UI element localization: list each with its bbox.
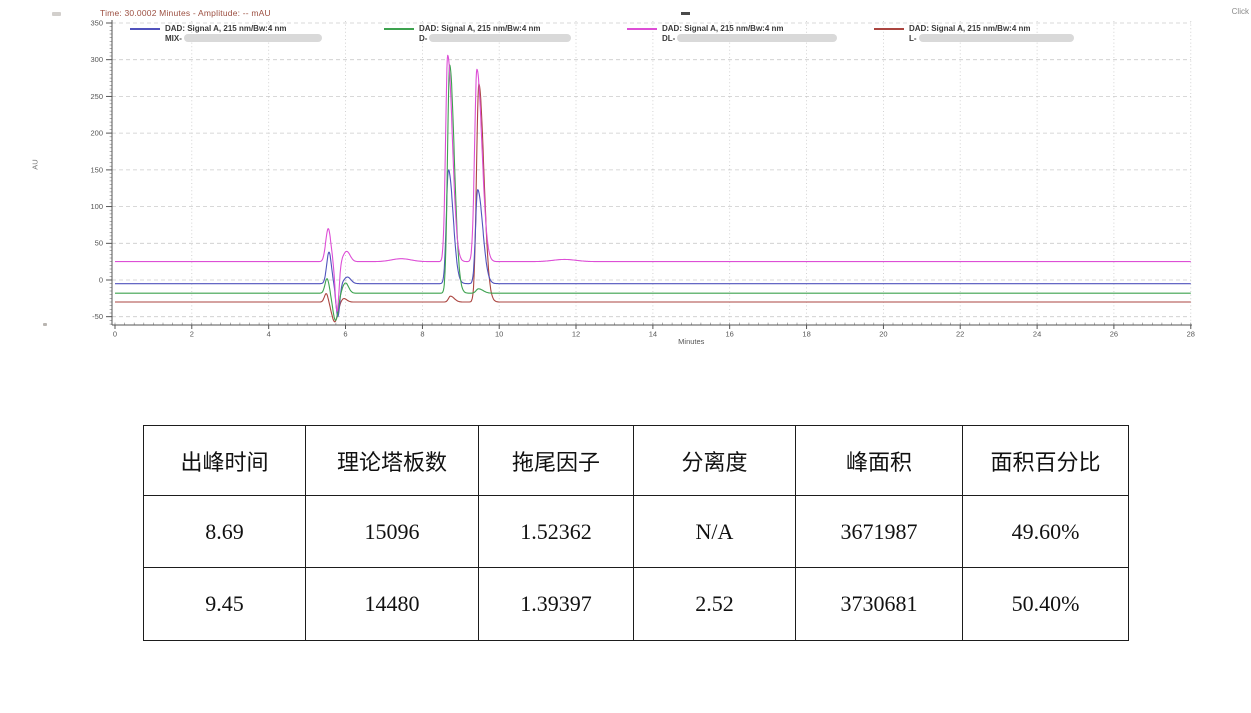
- cell-retention-time: 9.45: [144, 568, 306, 641]
- redacted-sample-name: [184, 34, 322, 42]
- table-header-row: 出峰时间 理论塔板数 拖尾因子 分离度 峰面积 面积百分比: [144, 426, 1129, 496]
- legend-line-swatch: [627, 28, 657, 30]
- svg-text:4: 4: [267, 330, 271, 339]
- legend-signal-label: DAD: Signal A, 215 nm/Bw:4 nm: [419, 24, 541, 33]
- table-row: 9.45 14480 1.39397 2.52 3730681 50.40%: [144, 568, 1129, 641]
- table-row: 8.69 15096 1.52362 N/A 3671987 49.60%: [144, 496, 1129, 568]
- svg-text:0: 0: [99, 275, 103, 284]
- peak-results-table: 出峰时间 理论塔板数 拖尾因子 分离度 峰面积 面积百分比 8.69 15096…: [143, 425, 1129, 641]
- redacted-sample-name: [677, 34, 837, 42]
- svg-text:Minutes: Minutes: [678, 337, 705, 346]
- svg-text:24: 24: [1033, 330, 1041, 339]
- svg-text:150: 150: [90, 165, 103, 174]
- legend-signal-label: DAD: Signal A, 215 nm/Bw:4 nm: [909, 24, 1031, 33]
- redacted-sample-name: [429, 34, 571, 42]
- cell-resolution: N/A: [634, 496, 796, 568]
- header-peak-area: 峰面积: [796, 426, 963, 496]
- minimize-dash-icon: [681, 12, 690, 15]
- svg-text:18: 18: [802, 330, 810, 339]
- header-tailing-factor: 拖尾因子: [479, 426, 634, 496]
- svg-text:28: 28: [1187, 330, 1195, 339]
- hplc-report-page: -500501001502002503003500246810121416182…: [0, 0, 1251, 713]
- svg-text:12: 12: [572, 330, 580, 339]
- legend-sample-id: DL-: [662, 34, 675, 43]
- y-axis-label: AU: [31, 159, 40, 169]
- svg-text:22: 22: [956, 330, 964, 339]
- cell-theoretical-plates: 14480: [306, 568, 479, 641]
- cell-peak-area: 3671987: [796, 496, 963, 568]
- artifact-mark: [52, 12, 61, 16]
- legend-sample-id: D-: [419, 34, 427, 43]
- svg-text:200: 200: [90, 129, 103, 138]
- legend-entry-dl: DAD: Signal A, 215 nm/Bw:4 nm DL-: [627, 24, 837, 43]
- redacted-sample-name: [919, 34, 1074, 42]
- header-retention-time: 出峰时间: [144, 426, 306, 496]
- chromatogram-plot: -500501001502002503003500246810121416182…: [0, 0, 1251, 357]
- svg-text:250: 250: [90, 92, 103, 101]
- svg-text:350: 350: [90, 18, 103, 27]
- legend-entry-d: DAD: Signal A, 215 nm/Bw:4 nm D-: [384, 24, 571, 43]
- cell-resolution: 2.52: [634, 568, 796, 641]
- svg-text:-50: -50: [92, 312, 103, 321]
- legend-signal-label: DAD: Signal A, 215 nm/Bw:4 nm: [165, 24, 287, 33]
- legend-line-swatch: [874, 28, 904, 30]
- legend-signal-label: DAD: Signal A, 215 nm/Bw:4 nm: [662, 24, 784, 33]
- header-area-percent: 面积百分比: [963, 426, 1129, 496]
- cell-area-percent: 49.60%: [963, 496, 1129, 568]
- time-amplitude-readout: Time: 30.0002 Minutes - Amplitude: -- mA…: [100, 8, 271, 18]
- svg-text:0: 0: [113, 330, 117, 339]
- legend-entry-l: DAD: Signal A, 215 nm/Bw:4 nm L-: [874, 24, 1074, 43]
- cell-theoretical-plates: 15096: [306, 496, 479, 568]
- click-link: Click: [1232, 7, 1249, 16]
- legend-entry-mix: DAD: Signal A, 215 nm/Bw:4 nm MIX-: [130, 24, 322, 43]
- cell-area-percent: 50.40%: [963, 568, 1129, 641]
- svg-text:50: 50: [95, 239, 103, 248]
- artifact-mark: [43, 323, 47, 326]
- svg-text:6: 6: [343, 330, 347, 339]
- cell-tailing-factor: 1.52362: [479, 496, 634, 568]
- svg-text:300: 300: [90, 55, 103, 64]
- svg-text:2: 2: [190, 330, 194, 339]
- legend-line-swatch: [384, 28, 414, 30]
- svg-text:8: 8: [420, 330, 424, 339]
- legend-line-swatch: [130, 28, 160, 30]
- svg-text:20: 20: [879, 330, 887, 339]
- svg-text:14: 14: [649, 330, 657, 339]
- header-theoretical-plates: 理论塔板数: [306, 426, 479, 496]
- chromatogram-panel: -500501001502002503003500246810121416182…: [0, 0, 1251, 352]
- svg-text:10: 10: [495, 330, 503, 339]
- svg-text:16: 16: [726, 330, 734, 339]
- svg-text:100: 100: [90, 202, 103, 211]
- svg-text:26: 26: [1110, 330, 1118, 339]
- legend-sample-id: MIX-: [165, 34, 182, 43]
- legend-sample-id: L-: [909, 34, 917, 43]
- cell-retention-time: 8.69: [144, 496, 306, 568]
- header-resolution: 分离度: [634, 426, 796, 496]
- cell-tailing-factor: 1.39397: [479, 568, 634, 641]
- cell-peak-area: 3730681: [796, 568, 963, 641]
